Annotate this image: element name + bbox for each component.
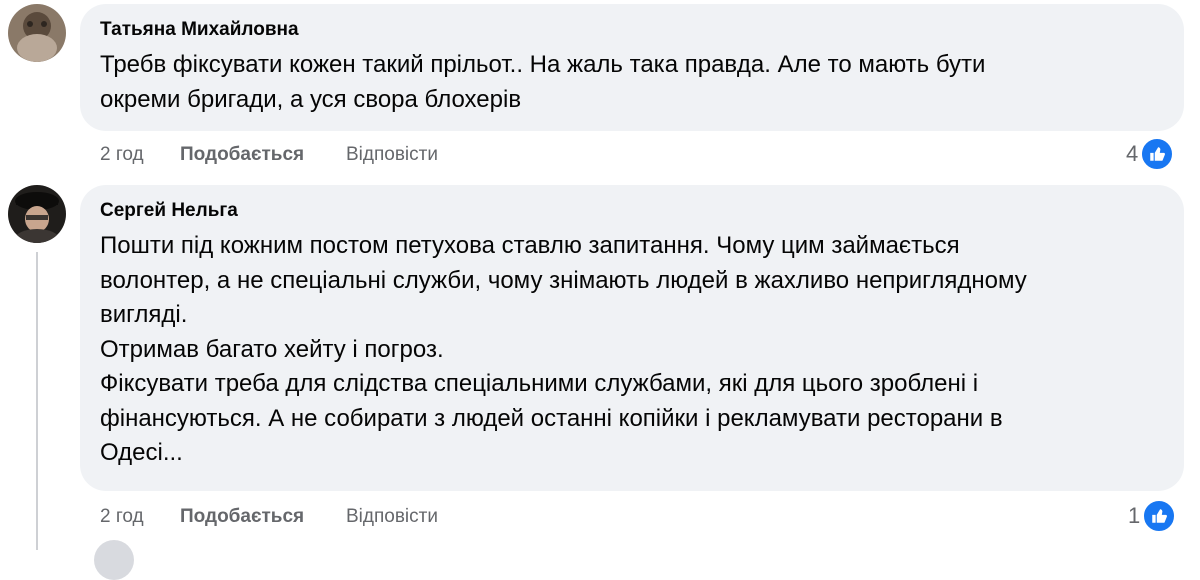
reaction-summary[interactable]: 1 [1128,499,1177,533]
comment-line: волонтер, а не спеціальні служби, чому з… [100,266,1027,294]
comment-bubble: Татьяна Михайловна Требв фіксувати кожен… [80,4,1184,131]
comment-timestamp[interactable]: 2 год [100,505,180,529]
avatar[interactable] [8,185,66,243]
reply-button[interactable]: Відповісти [346,143,438,167]
comment-actions: 2 год Подобається Відповісти [100,505,438,529]
thumbs-up-icon [1140,137,1175,171]
thumbs-up-icon [1142,499,1177,533]
reaction-count: 1 [1128,503,1141,528]
comment-author[interactable]: Татьяна Михайловна [100,18,1164,42]
comment-timestamp[interactable]: 2 год [100,143,180,167]
avatar[interactable] [8,4,66,62]
reaction-summary[interactable]: 4 [1126,137,1175,171]
comment-line: окреми бригади, а уся свора блохерів [100,85,522,113]
reply-avatar [94,540,134,580]
like-button[interactable]: Подобається [180,143,346,167]
comment-text: Требв фіксувати кожен такий прільот.. На… [100,48,1164,117]
like-button[interactable]: Подобається [180,505,346,529]
thread-line [36,252,38,550]
comment-line: фінансуються. А не собирати з людей оста… [100,404,1003,432]
comment-line: Одесі... [100,439,183,466]
reaction-count: 4 [1126,141,1139,166]
comment-line: Фіксувати треба для слідства спеціальним… [100,370,979,397]
comment-line: Требв фіксувати кожен такий прільот.. На… [100,51,986,78]
reply-button[interactable]: Відповісти [346,505,438,529]
comment-bubble: Сергей Нельга Пошти під кожним постом пе… [80,185,1184,491]
comment-line: вигляді. [100,301,188,328]
comment-line: Пошти під кожним постом петухова ставлю … [100,232,960,259]
comment-actions: 2 год Подобається Відповісти [100,143,438,167]
comment-author[interactable]: Сергей Нельга [100,199,1164,223]
comment-line: Отримав багато хейту і погроз. [100,335,444,363]
comment-text: Пошти під кожним постом петухова ставлю … [100,229,1164,471]
